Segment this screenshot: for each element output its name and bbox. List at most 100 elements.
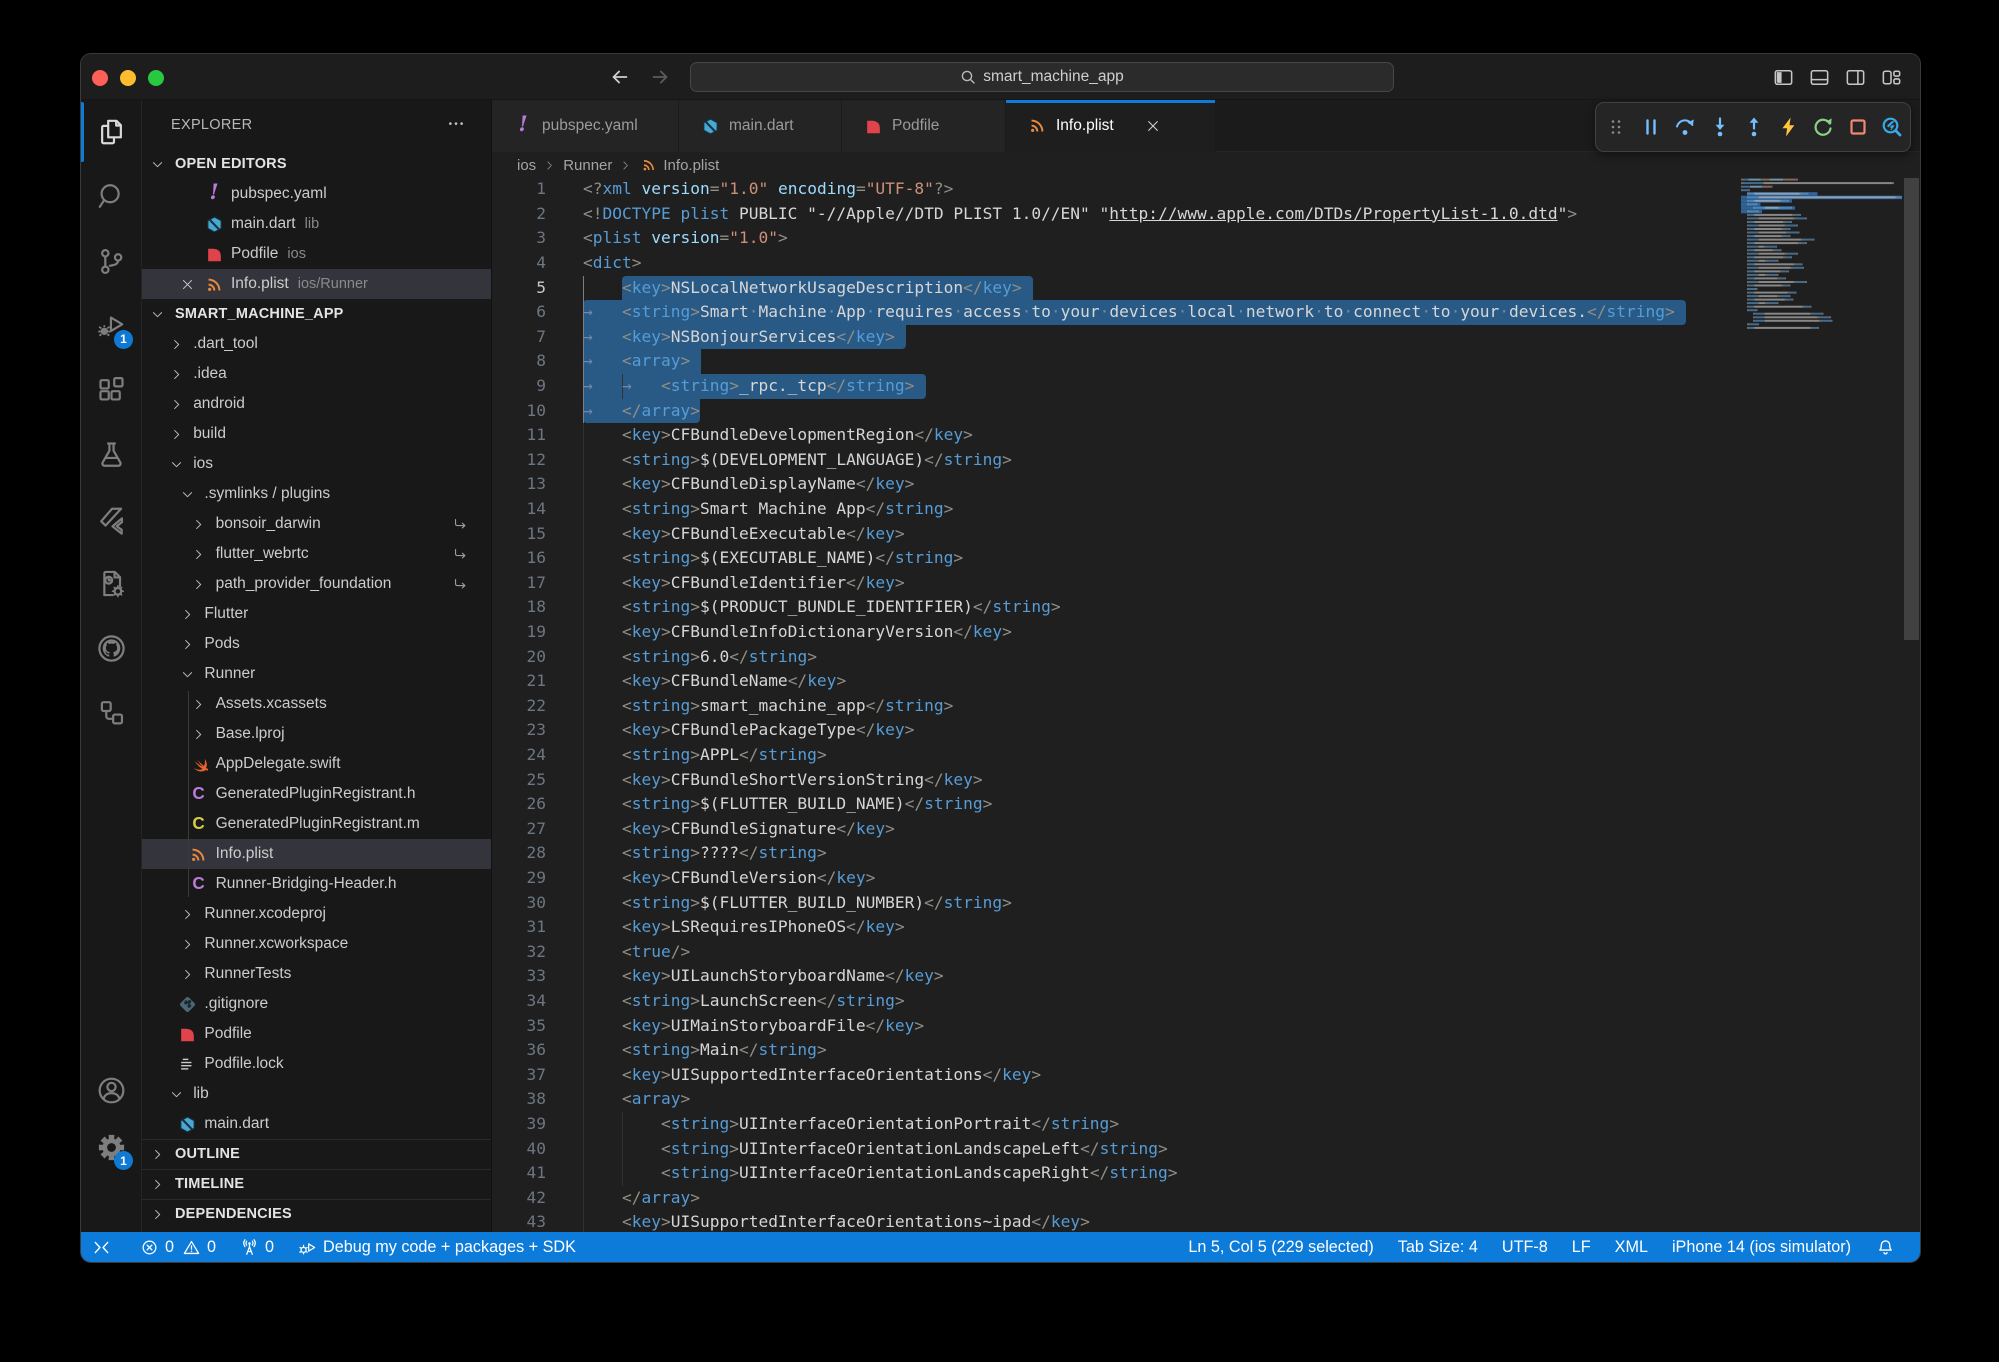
open-editor-podfile[interactable]: Podfileios	[142, 239, 491, 269]
tree-item-android[interactable]: android	[142, 389, 491, 419]
activity-bar-references-icon[interactable]	[81, 681, 141, 745]
hot-reload-icon[interactable]	[1777, 115, 1801, 139]
breadcrumb-item[interactable]: Runner	[563, 157, 612, 174]
step-over-icon[interactable]	[1673, 115, 1697, 139]
tree-item-runnertests[interactable]: RunnerTests	[142, 959, 491, 989]
tab-pubspec-yaml[interactable]: !pubspec.yaml	[492, 100, 679, 152]
stop-icon[interactable]	[1846, 115, 1870, 139]
tab-main-dart[interactable]: main.dart	[679, 100, 842, 152]
tree-item-path-provider-foundation[interactable]: path_provider_foundation	[142, 569, 491, 599]
status-encoding[interactable]: UTF-8	[1490, 1232, 1560, 1262]
section-header-project[interactable]: SMART_MACHINE_APP	[142, 299, 491, 329]
tree-item-runner[interactable]: Runner	[142, 659, 491, 689]
customize-layout-icon[interactable]	[1880, 66, 1903, 89]
open-editor-pubspec-yaml[interactable]: !pubspec.yaml	[142, 179, 491, 209]
command-center-search[interactable]: smart_machine_app	[690, 62, 1394, 92]
close-window-button[interactable]	[92, 70, 108, 86]
status-notifications[interactable]	[1863, 1232, 1908, 1262]
step-out-icon[interactable]	[1742, 115, 1766, 139]
code-editor[interactable]: 1<?xml version="1.0" encoding="UTF-8"?>2…	[492, 178, 1920, 1232]
section-header-outline[interactable]: OUTLINE	[142, 1139, 491, 1169]
close-tab-icon[interactable]	[1145, 118, 1161, 134]
tree-item-ios[interactable]: ios	[142, 449, 491, 479]
navigate-forward-icon[interactable]	[649, 66, 671, 88]
breadcrumb-item[interactable]: ios	[517, 157, 536, 174]
zoom-window-button[interactable]	[148, 70, 164, 86]
activity-bar-flutter-icon[interactable]	[81, 487, 141, 551]
minimap[interactable]	[1741, 178, 1902, 578]
tree-item--dart-tool[interactable]: .dart_tool	[142, 329, 491, 359]
status-ports[interactable]: 0	[228, 1232, 286, 1262]
tree-item-runner-bridging-header-h[interactable]: CRunner-Bridging-Header.h	[142, 869, 491, 899]
tree-item-podfile[interactable]: Podfile	[142, 1019, 491, 1049]
status-cursor-position[interactable]: Ln 5, Col 5 (229 selected)	[1176, 1232, 1385, 1262]
tree-item-main-dart[interactable]: main.dart	[142, 1109, 491, 1139]
toggle-secondary-sidebar-icon[interactable]	[1844, 66, 1867, 89]
open-editor-info-plist[interactable]: Info.plistios/Runner	[142, 269, 491, 299]
item-label: Info.plist	[216, 845, 274, 863]
navigate-back-icon[interactable]	[609, 66, 631, 88]
tree-item-runner-xcodeproj[interactable]: Runner.xcodeproj	[142, 899, 491, 929]
section-header-timeline[interactable]: TIMELINE	[142, 1169, 491, 1199]
tree-item-appdelegate-swift[interactable]: AppDelegate.swift	[142, 749, 491, 779]
views-more-actions-icon[interactable]	[447, 114, 465, 132]
tree-item-podfile-lock[interactable]: Podfile.lock	[142, 1049, 491, 1079]
activity-bar-project-runner-icon[interactable]	[81, 552, 141, 616]
activity-bar-accounts-icon[interactable]	[81, 1058, 141, 1122]
minimize-window-button[interactable]	[120, 70, 136, 86]
code-line-28: 28 <string>????</string>	[492, 841, 1920, 866]
tree-item--idea[interactable]: .idea	[142, 359, 491, 389]
status-remote[interactable]	[81, 1232, 122, 1262]
line-number: 41	[492, 1161, 546, 1186]
tree-item-generatedpluginregistrant-h[interactable]: CGeneratedPluginRegistrant.h	[142, 779, 491, 809]
section-header-open-editors[interactable]: OPEN EDITORS	[142, 149, 491, 179]
tree-item-pods[interactable]: Pods	[142, 629, 491, 659]
status-problems[interactable]: 00	[128, 1232, 228, 1262]
activity-bar-settings-icon[interactable]: 1	[81, 1115, 141, 1179]
gripper-icon[interactable]	[1604, 115, 1628, 139]
tab-podfile[interactable]: Podfile	[842, 100, 1006, 152]
status-device[interactable]: iPhone 14 (ios simulator)	[1660, 1232, 1863, 1262]
flutter-inspector-icon[interactable]	[1880, 115, 1904, 139]
activity-bar-run-and-debug-icon[interactable]: 1	[81, 294, 141, 358]
tree-item-assets-xcassets[interactable]: Assets.xcassets	[142, 689, 491, 719]
activity-bar-testing-icon[interactable]	[81, 423, 141, 487]
restart-icon[interactable]	[1811, 115, 1835, 139]
pause-icon[interactable]	[1639, 115, 1663, 139]
open-editor-main-dart[interactable]: main.dartlib	[142, 209, 491, 239]
step-into-icon[interactable]	[1708, 115, 1732, 139]
breadcrumbs[interactable]: ios Runner Info.plist	[492, 152, 1920, 178]
tree-item-base-lproj[interactable]: Base.lproj	[142, 719, 491, 749]
tree-item--gitignore[interactable]: .gitignore	[142, 989, 491, 1019]
tree-item-generatedpluginregistrant-m[interactable]: CGeneratedPluginRegistrant.m	[142, 809, 491, 839]
status-language[interactable]: XML	[1603, 1232, 1660, 1262]
section-header-dependencies[interactable]: DEPENDENCIES	[142, 1199, 491, 1229]
activity-bar-source-control-icon[interactable]	[81, 229, 141, 293]
toggle-sidebar-icon[interactable]	[1772, 66, 1795, 89]
tree-item-runner-xcworkspace[interactable]: Runner.xcworkspace	[142, 929, 491, 959]
editor-scrollbar[interactable]	[1902, 178, 1920, 1232]
line-number: 4	[492, 251, 546, 276]
tree-item-build[interactable]: build	[142, 419, 491, 449]
status-eol[interactable]: LF	[1560, 1232, 1603, 1262]
tab-info-plist[interactable]: Info.plist	[1006, 100, 1216, 152]
status-debug-config[interactable]: Debug my code + packages + SDK	[286, 1232, 588, 1262]
breadcrumb-item[interactable]: Info.plist	[639, 156, 719, 174]
tree-item-flutter-webrtc[interactable]: flutter_webrtc	[142, 539, 491, 569]
status-tab-size[interactable]: Tab Size: 4	[1386, 1232, 1490, 1262]
tree-item-info-plist[interactable]: Info.plist	[142, 839, 491, 869]
scrollbar-slider[interactable]	[1904, 178, 1919, 640]
tree-item--symlinks-plugins[interactable]: .symlinks / plugins	[142, 479, 491, 509]
activity-bar-extensions-icon[interactable]	[81, 358, 141, 422]
toggle-panel-icon[interactable]	[1808, 66, 1831, 89]
tree-item-lib[interactable]: lib	[142, 1079, 491, 1109]
tree-item-flutter[interactable]: Flutter	[142, 599, 491, 629]
code-text: → → <string>_rpc._tcp</string>	[583, 374, 914, 399]
activity-bar-github-icon[interactable]	[81, 616, 141, 680]
activity-bar-search-icon[interactable]	[81, 165, 141, 229]
tree-item-bonsoir-darwin[interactable]: bonsoir_darwin	[142, 509, 491, 539]
close-editor-icon[interactable]	[180, 277, 195, 292]
activity-bar-explorer-icon[interactable]	[81, 100, 141, 164]
line-number: 26	[492, 792, 546, 817]
chevron-down-icon	[146, 157, 168, 172]
